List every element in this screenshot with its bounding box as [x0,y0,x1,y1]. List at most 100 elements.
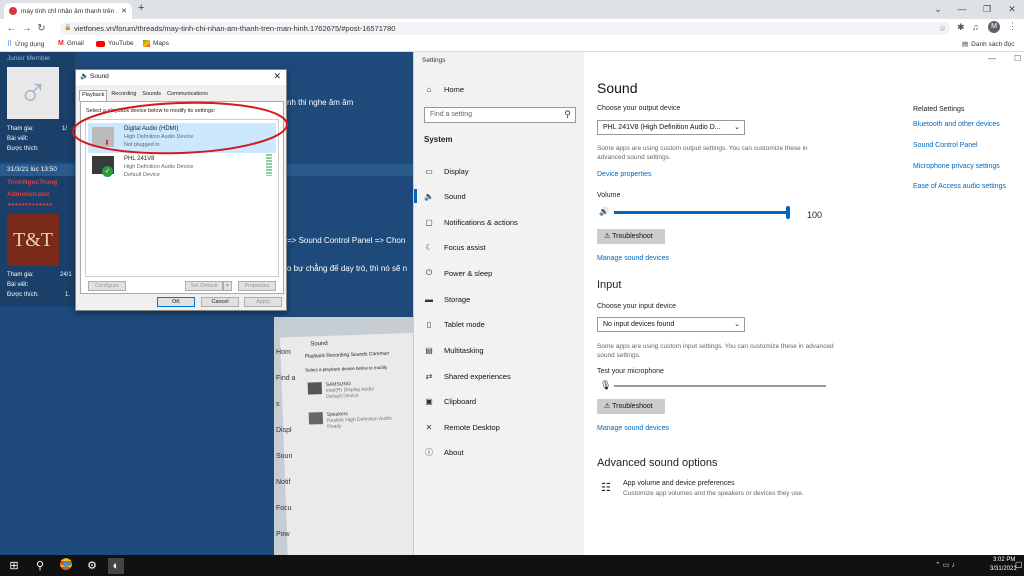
output-troubleshoot-button[interactable]: ⚠ Troubleshoot [597,229,665,244]
settings-minimize-icon[interactable]: — [988,54,996,63]
address-bar[interactable]: 🔒 vietfones.vn/forum/threads/may-tinh-ch… [60,22,950,35]
nav-notifications[interactable]: ▢ Notifications & actions [424,215,579,229]
nav-about[interactable]: ⓘ About [424,445,579,459]
settings-window: Settings ⌂ Home Find a setting ⚲ System … [413,52,1024,555]
level-meter [266,154,272,176]
nav-remote-desktop[interactable]: ✕ Remote Desktop [424,420,579,434]
settings-gear-icon[interactable]: ⚙ [84,558,100,574]
mic-level-bar [614,385,826,387]
clock-date[interactable]: 3/31/2021 [990,566,1017,572]
chrome-icon[interactable] [58,558,74,574]
clipboard-icon: ▣ [425,396,433,406]
nav-focus-assist[interactable]: ☾ Focus assist [424,240,579,254]
post-date: 31/3/21 lúc 13:50 [7,166,57,173]
photo-device-1-icon [307,382,323,395]
sound-dialog-titlebar[interactable]: 🔈 Sound ✕ [76,70,286,85]
nav-multitasking[interactable]: ▤ Multitasking [424,343,579,357]
bookmark-maps[interactable]: Maps [143,40,169,47]
admin-avatar[interactable]: T&T [7,214,59,266]
search-icon[interactable]: ⚲ [32,558,48,574]
new-tab-button[interactable]: + [138,2,144,14]
cancel-button[interactable]: Cancel [201,297,239,307]
chevron-down-icon: ⌄ [734,124,740,131]
nav-sound[interactable]: 🔈 Sound [414,189,569,203]
input-troubleshoot-button[interactable]: ⚠ Troubleshoot [597,399,665,414]
nav-shared-experiences[interactable]: ⇄ Shared experiences [424,369,579,383]
menu-kebab-icon[interactable]: ⋮ [1008,21,1017,32]
likes-label: Được thích: [7,146,39,152]
device-properties-link[interactable]: Device properties [597,171,651,178]
settings-search-input[interactable]: Find a setting ⚲ [424,107,576,123]
nav-tablet-mode[interactable]: ▯ Tablet mode [424,317,579,331]
admin-username[interactable]: TrinhNgocTrung [7,179,57,186]
minimize-icon[interactable]: — [950,2,974,16]
tray-icons[interactable]: ⌃ ▭ ♪ [935,561,955,569]
nav-label: About [444,447,464,457]
back-icon[interactable]: ← [4,21,19,36]
output-device-select[interactable]: PHL 241V8 (High Definition Audio D... ⌄ [597,120,745,135]
avatar[interactable]: ♂ [7,67,59,119]
set-default-button[interactable]: Set Default [185,281,223,291]
maximize-icon[interactable]: ❐ [975,2,999,16]
nav-power[interactable]: ⏻ Power & sleep [424,266,579,280]
sound-dialog-title: Sound [90,73,109,80]
volume-speaker-icon[interactable]: 🔊 [599,207,609,216]
speaker-icon: 🔈 [80,73,89,80]
post-text-2: => Sound Control Panel => Chon [287,236,406,245]
manage-output-devices-link[interactable]: Manage sound devices [597,255,669,262]
app-shield-icon[interactable]: ◐ [108,558,124,574]
manage-input-devices-link[interactable]: Manage sound devices [597,425,669,432]
close-window-icon[interactable]: ✕ [1000,2,1024,16]
nav-storage[interactable]: ▬ Storage [424,292,579,306]
windows-start-icon[interactable]: ⊞ [6,558,22,574]
related-link-mic-privacy[interactable]: Microphone privacy settings [913,163,1000,170]
join-value: 24/1 [60,272,72,278]
post-photo[interactable]: Sound Playback Recording Sounds Commun S… [274,317,420,555]
nav-display[interactable]: ▭ Display [424,164,579,178]
volume-value: 100 [807,210,823,220]
app-volume-item[interactable]: ☷ App volume and device preferences Cust… [597,479,857,501]
media-icon[interactable]: ♫ [972,22,979,32]
nav-label: Sound [444,191,466,201]
input-device-select[interactable]: No input devices found ⌄ [597,317,745,332]
volume-thumb[interactable] [786,206,790,219]
nav-home[interactable]: ⌂ Home [424,82,579,96]
reading-list[interactable]: ▤ Danh sách đọc [962,40,1015,49]
photo-screen: Sound Playback Recording Sounds Commun S… [280,332,420,555]
settings-maximize-icon[interactable]: ☐ [1014,54,1021,63]
bookmark-apps[interactable]: ⠿ Ứng dụng [7,40,44,49]
nav-label: Shared experiences [444,371,511,381]
browser-tab[interactable]: máy tính chỉ nhận âm thanh trên ... ✕ [4,3,132,19]
related-link-bluetooth[interactable]: Bluetooth and other devices [913,121,1000,128]
configure-button[interactable]: Configure [88,281,126,291]
apply-button[interactable]: Apply [244,297,282,307]
extensions-icon[interactable]: ✱ [957,22,965,33]
nav-clipboard[interactable]: ▣ Clipboard [424,394,579,408]
set-default-dropdown-icon[interactable]: ▾ [223,281,232,291]
tab-search-icon[interactable]: ⌄ [926,2,950,16]
nav-label: Storage [444,294,471,304]
user-role: Junior Member [7,55,51,62]
device-phl[interactable]: ✓ PHL 241V8 High Definition Audio Device… [88,154,276,184]
close-icon[interactable]: ✕ [273,71,281,82]
related-link-sound-control-panel[interactable]: Sound Control Panel [913,142,978,149]
reload-icon[interactable]: ↻ [34,21,49,36]
volume-slider[interactable] [614,206,790,219]
reading-list-icon: ▤ [962,41,969,48]
apps-grid-icon: ⠿ [7,41,13,48]
search-placeholder: Find a setting [430,111,473,118]
forward-icon[interactable]: → [19,21,34,36]
related-link-ease-of-access[interactable]: Ease of Access audio settings [913,183,1006,190]
admin-role: Administrator [7,191,50,198]
nav-label: Remote Desktop [444,422,500,432]
bookmark-youtube[interactable]: YouTube [96,40,134,47]
bookmark-star-icon[interactable]: ☆ [939,22,946,35]
notification-icon[interactable]: ▢ [1015,560,1023,569]
close-tab-icon[interactable]: ✕ [121,7,127,15]
photo-device-1: SAMSUNG Intel(R) Display Audio Default Dev… [325,381,375,400]
bookmark-gmail[interactable]: M Gmail [58,40,84,47]
profile-avatar[interactable]: M [988,21,1000,33]
ok-button[interactable]: OK [157,297,195,307]
clock-time[interactable]: 3:02 PM [993,557,1015,563]
properties-button[interactable]: Properties [238,281,276,291]
